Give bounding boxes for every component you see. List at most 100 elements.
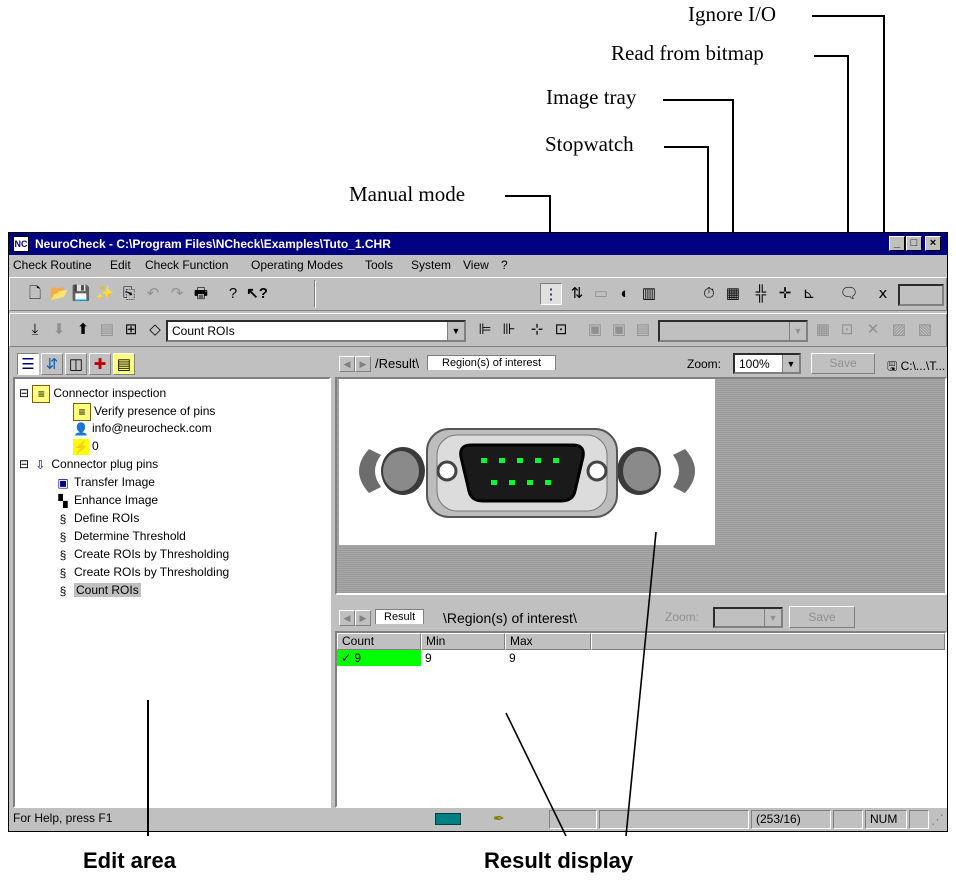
move-down-icon[interactable]: ⬇ [48, 319, 70, 341]
context-help-icon[interactable]: ↖? [246, 283, 268, 305]
resize-grip-icon[interactable]: ⋰ [931, 812, 944, 828]
tab-images-icon[interactable]: ◫ [65, 353, 87, 375]
branch-icon[interactable]: ◇ [144, 319, 166, 341]
help-icon[interactable]: ? [222, 283, 244, 305]
zoom-select[interactable]: 100% ▼ [733, 353, 801, 374]
io-icon[interactable]: ╬ [750, 283, 772, 305]
chart-icon[interactable]: ⊾ [798, 283, 820, 305]
ignore-io-icon[interactable]: ⅹ [872, 283, 894, 305]
save-image-button[interactable]: Save [811, 353, 875, 374]
result-zoom-select: ▼ [713, 607, 783, 628]
disabled-tool-2-icon: ▣ [611, 321, 627, 338]
function-select[interactable]: Count ROIs ▼ [166, 320, 466, 342]
manual-mode-icon[interactable]: ⋮ [540, 283, 562, 305]
stopwatch-icon[interactable]: ⏱ [698, 283, 720, 305]
note-icon: ≡ [73, 403, 91, 421]
tree-item-function-selected[interactable]: § Count ROIs [55, 583, 141, 599]
tab-tree-icon[interactable]: ☰ [17, 353, 39, 375]
tree-item-function[interactable]: § Create ROIs by Thresholding [55, 547, 230, 563]
roi-icon: § [59, 584, 67, 598]
check-routine-tree: ⊟ ≡ Connector inspection ≡ Verify presence… [13, 377, 331, 808]
align-left-icon[interactable]: ⊫ [474, 319, 496, 341]
roi-add-icon[interactable]: ⊹ [526, 319, 548, 341]
scroll-left-icon[interactable]: ◀ [339, 356, 355, 372]
tree-item-function[interactable]: § Create ROIs by Thresholding [55, 565, 230, 581]
enhance-icon: ▚ [58, 494, 68, 508]
open-folder-icon[interactable]: 📂 [48, 283, 70, 305]
min-cell: 9 [425, 651, 432, 665]
status-pane-4 [909, 810, 929, 829]
align-right-icon[interactable]: ⊪ [498, 319, 520, 341]
tree-item-function[interactable]: § Determine Threshold [55, 529, 186, 545]
read-from-bitmap-icon[interactable]: 🗨 [838, 283, 860, 305]
disabled-tool-7-icon: ▨ [891, 321, 907, 338]
new-file-icon[interactable]: 🗋 [24, 283, 46, 305]
menu-check-routine[interactable]: Check Routine [13, 258, 92, 272]
camera-live-icon[interactable]: ▭ [590, 283, 612, 305]
redo-icon[interactable]: ↷ [166, 283, 188, 305]
step-icon[interactable]: ⇅ [566, 283, 588, 305]
roi-icon: § [59, 530, 67, 544]
disabled-tool-4-icon: ▦ [815, 321, 831, 338]
title-bar[interactable]: NC NeuroCheck - C:\Program Files\NCheck\… [9, 233, 947, 255]
save-icon[interactable]: 💾 [70, 283, 92, 305]
copy-icon[interactable]: ⎘ [118, 283, 140, 305]
result-scroll-right-icon[interactable]: ▶ [355, 610, 371, 626]
tree-item-function[interactable]: ▚ Enhance Image [55, 493, 158, 509]
disabled-tool-6-icon: ✕ [866, 321, 880, 338]
tab-result[interactable]: /Result\ [375, 356, 419, 371]
wizard-icon[interactable]: ✨ [94, 283, 116, 305]
tree-item-function[interactable]: ▣ Transfer Image [55, 475, 155, 491]
tree-item-function[interactable]: § Define ROIs [55, 511, 140, 527]
menu-operating-modes[interactable]: Operating Modes [251, 258, 343, 272]
image-path: 🖫 C:\...\T... [887, 359, 946, 373]
structure-icon[interactable]: ⊞ [120, 319, 142, 341]
menu-bar: Check Routine Edit Check Function Operat… [9, 255, 947, 275]
disabled-tool-3-icon: ▤ [635, 321, 651, 338]
tree-item-author[interactable]: 👤 info@neurocheck.com [73, 421, 212, 437]
result-scroll-left-icon[interactable]: ◀ [339, 610, 355, 626]
tree-item-warning[interactable]: ⚡ 0 [73, 439, 99, 455]
status-pane-3 [833, 810, 863, 829]
undo-icon[interactable]: ↶ [142, 283, 164, 305]
tab-notes-icon[interactable]: ▤ [113, 353, 135, 375]
tab-flow-icon[interactable]: ⇵ [41, 353, 63, 375]
columns-icon[interactable]: ▥ [638, 283, 660, 305]
print-icon[interactable]: 🖶 [190, 283, 212, 305]
menu-check-function[interactable]: Check Function [145, 258, 228, 272]
menu-system[interactable]: System [411, 258, 451, 272]
disabled-select: ▼ [658, 320, 808, 342]
toolbar-blank-field[interactable] [898, 284, 944, 306]
close-button[interactable]: × [925, 236, 941, 251]
menu-edit[interactable]: Edit [110, 258, 131, 272]
menu-tools[interactable]: Tools [365, 258, 393, 272]
compare-icon[interactable]: ◐ [614, 283, 636, 305]
result-save-button[interactable]: Save [789, 606, 855, 628]
dropdown-arrow-icon[interactable]: ▼ [447, 322, 464, 340]
move-up-icon[interactable]: ⬆ [72, 319, 94, 341]
scroll-right-icon[interactable]: ▶ [355, 356, 371, 372]
column-header-count[interactable]: Count [337, 633, 421, 650]
tree-item-check[interactable]: ⊟ ⇩ Connector plug pins [19, 457, 158, 473]
maximize-button[interactable]: □ [906, 236, 922, 251]
tab-region-of-interest[interactable]: Region(s) of interest [427, 355, 557, 370]
column-header-min[interactable]: Min [421, 633, 505, 650]
parameters-icon[interactable]: ▤ [96, 319, 118, 341]
tab-results-icon[interactable]: ✚ [89, 353, 111, 375]
minimize-button[interactable]: _ [889, 236, 905, 251]
menu-help[interactable]: ? [501, 258, 508, 272]
callout-read-from-bitmap: Read from bitmap [611, 41, 764, 65]
roi-grid-icon[interactable]: ⊡ [550, 319, 572, 341]
tree-item-routine[interactable]: ⊟ ≡ Connector inspection [19, 385, 166, 403]
result-zoom-dropdown-arrow-icon: ▼ [764, 609, 781, 626]
zoom-dropdown-arrow-icon[interactable]: ▼ [782, 355, 799, 372]
edit-tabs: ☰ ⇵ ◫ ✚ ▤ [15, 353, 175, 375]
image-tray-icon[interactable]: ▦ [722, 283, 744, 305]
warning-icon: ⚡ [73, 439, 89, 455]
tree-item-note[interactable]: ≡ Verify presence of pins [73, 403, 215, 421]
edit-area: ☰ ⇵ ◫ ✚ ▤ ⊟ ≡ Connector inspection ≡ Verif… [13, 351, 331, 808]
crosshair-icon[interactable]: ✛ [774, 283, 796, 305]
menu-view[interactable]: View [463, 258, 489, 272]
result-tab-result[interactable]: Result [375, 609, 425, 624]
insert-function-icon[interactable]: ⤓ [24, 319, 46, 341]
